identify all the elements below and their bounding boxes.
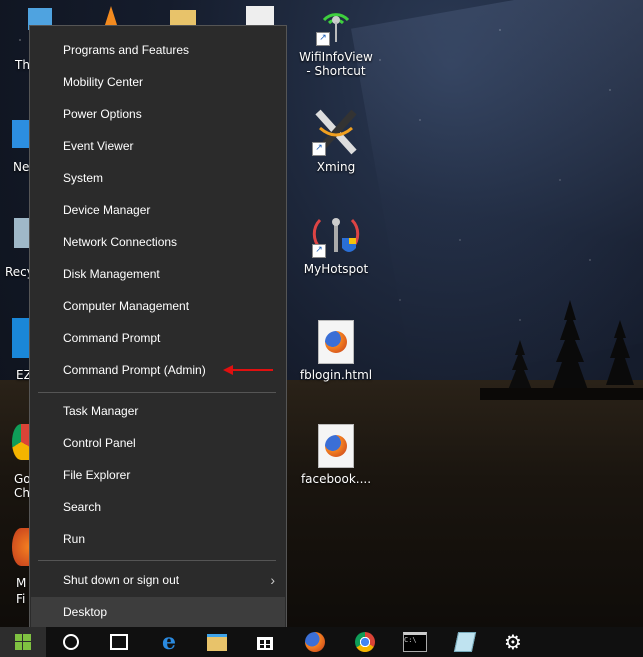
menu-item-label: File Explorer [63, 468, 131, 482]
menu-item-desktop[interactable]: Desktop [31, 597, 285, 627]
cortana-button[interactable] [48, 627, 94, 657]
left-edge-icons: Th Ne Recy EZ Go Ch M Fi [0, 0, 34, 630]
menu-separator [38, 560, 276, 561]
desktop-icon-wifiinfoview[interactable]: ↗ WifiInfoView - Shortcut [298, 6, 374, 78]
menu-item-disk-management[interactable]: Disk Management [31, 259, 285, 289]
task-view-icon [110, 634, 128, 650]
menu-item-mobility-center[interactable]: Mobility Center [31, 67, 285, 97]
desktop-icon-fblogin[interactable]: fblogin.html [298, 320, 374, 382]
menu-item-programs-and-features[interactable]: Programs and Features [31, 35, 285, 65]
firefox-button[interactable] [292, 627, 338, 657]
settings-gear-icon: ⚙ [504, 630, 522, 654]
windows-start-icon [15, 634, 31, 650]
settings-button[interactable]: ⚙ [490, 627, 536, 657]
desktop-icon-facebook[interactable]: facebook.... [298, 424, 374, 486]
left-edge-label: Fi [16, 592, 26, 606]
hotspot-antenna-icon: ↗ [312, 214, 360, 258]
file-explorer-button[interactable] [194, 627, 240, 657]
menu-item-network-connections[interactable]: Network Connections [31, 227, 285, 257]
recycle-bin-icon[interactable] [14, 218, 30, 248]
network-icon[interactable] [12, 120, 30, 148]
menu-item-label: Search [63, 500, 102, 514]
left-edge-label: Ne [13, 160, 30, 174]
cmd-icon: C:\ [403, 632, 427, 652]
menu-item-label: Command Prompt [63, 331, 161, 345]
menu-item-file-explorer[interactable]: File Explorer [31, 460, 285, 490]
menu-item-label: Desktop [63, 605, 108, 619]
desktop-icon-label: Xming [316, 160, 356, 174]
menu-item-power-options[interactable]: Power Options [31, 99, 285, 129]
winx-power-user-menu: Programs and Features Mobility Center Po… [29, 25, 287, 630]
menu-item-label: Control Panel [63, 436, 136, 450]
menu-item-shut-down-or-sign-out[interactable]: Shut down or sign out › [31, 565, 285, 595]
firefox-icon [325, 331, 347, 353]
task-view-button[interactable] [96, 627, 142, 657]
menu-item-device-manager[interactable]: Device Manager [31, 195, 285, 225]
chrome-button[interactable] [342, 627, 388, 657]
menu-item-label: Task Manager [63, 404, 139, 418]
chrome-icon[interactable] [12, 424, 30, 460]
desktop-icon-label: facebook.... [300, 472, 372, 486]
notepad-icon [453, 632, 477, 652]
firefox-icon [305, 632, 325, 652]
desktop-icon-label: MyHotspot [303, 262, 369, 276]
left-edge-label: M [16, 576, 27, 590]
store-icon [257, 637, 273, 650]
firefox-document-icon [318, 424, 354, 468]
left-edge-label: Th [15, 58, 30, 72]
menu-item-label: Disk Management [63, 267, 160, 281]
shortcut-arrow-icon: ↗ [312, 244, 326, 258]
file-explorer-icon [207, 633, 227, 651]
notepad-button[interactable] [442, 627, 488, 657]
shortcut-arrow-icon: ↗ [316, 32, 330, 46]
cmd-button[interactable]: C:\ [392, 627, 438, 657]
menu-item-run[interactable]: Run [31, 524, 285, 554]
menu-item-label: Shut down or sign out [63, 573, 180, 587]
desktop-icon-label: fblogin.html [299, 368, 373, 382]
firefox-icon[interactable] [12, 528, 30, 566]
store-button[interactable] [242, 627, 288, 657]
menu-item-label: Mobility Center [63, 75, 144, 89]
menu-item-task-manager[interactable]: Task Manager [31, 396, 285, 426]
menu-item-computer-management[interactable]: Computer Management [31, 291, 285, 321]
edge-icon: e [162, 629, 176, 655]
edge-button[interactable]: e [146, 627, 192, 657]
chrome-icon [355, 632, 375, 652]
firefox-document-icon [318, 320, 354, 364]
wifi-signal-icon: ↗ [316, 6, 356, 46]
taskbar: e C:\ ⚙ [0, 627, 643, 657]
left-edge-label: Ch [14, 486, 30, 500]
menu-item-label: Power Options [63, 107, 142, 121]
chevron-right-icon: › [270, 572, 275, 588]
menu-item-label: Computer Management [63, 299, 190, 313]
annotation-arrow-icon [223, 365, 273, 375]
menu-item-label: Device Manager [63, 203, 151, 217]
menu-item-label: Command Prompt (Admin) [63, 363, 206, 377]
menu-item-label: Event Viewer [63, 139, 134, 153]
firefox-icon [325, 435, 347, 457]
menu-item-system[interactable]: System [31, 163, 285, 193]
start-button[interactable] [0, 627, 46, 657]
menu-item-label: Run [63, 532, 86, 546]
x-logo-icon: ↗ [312, 108, 360, 156]
desktop-icon-xming[interactable]: ↗ Xming [298, 108, 374, 174]
menu-separator [38, 392, 276, 393]
menu-item-search[interactable]: Search [31, 492, 285, 522]
menu-item-command-prompt[interactable]: Command Prompt [31, 323, 285, 353]
menu-item-label: Programs and Features [63, 43, 190, 57]
menu-item-label: Network Connections [63, 235, 178, 249]
tree-silhouette [480, 300, 643, 400]
menu-item-label: System [63, 171, 104, 185]
menu-item-event-viewer[interactable]: Event Viewer [31, 131, 285, 161]
desktop-icon-myhotspot[interactable]: ↗ MyHotspot [298, 214, 374, 276]
cortana-circle-icon [63, 634, 79, 650]
ez-app-icon[interactable] [12, 318, 30, 358]
desktop-icon-label: WifiInfoView - Shortcut [299, 50, 373, 78]
menu-item-control-panel[interactable]: Control Panel [31, 428, 285, 458]
shortcut-arrow-icon: ↗ [312, 142, 326, 156]
